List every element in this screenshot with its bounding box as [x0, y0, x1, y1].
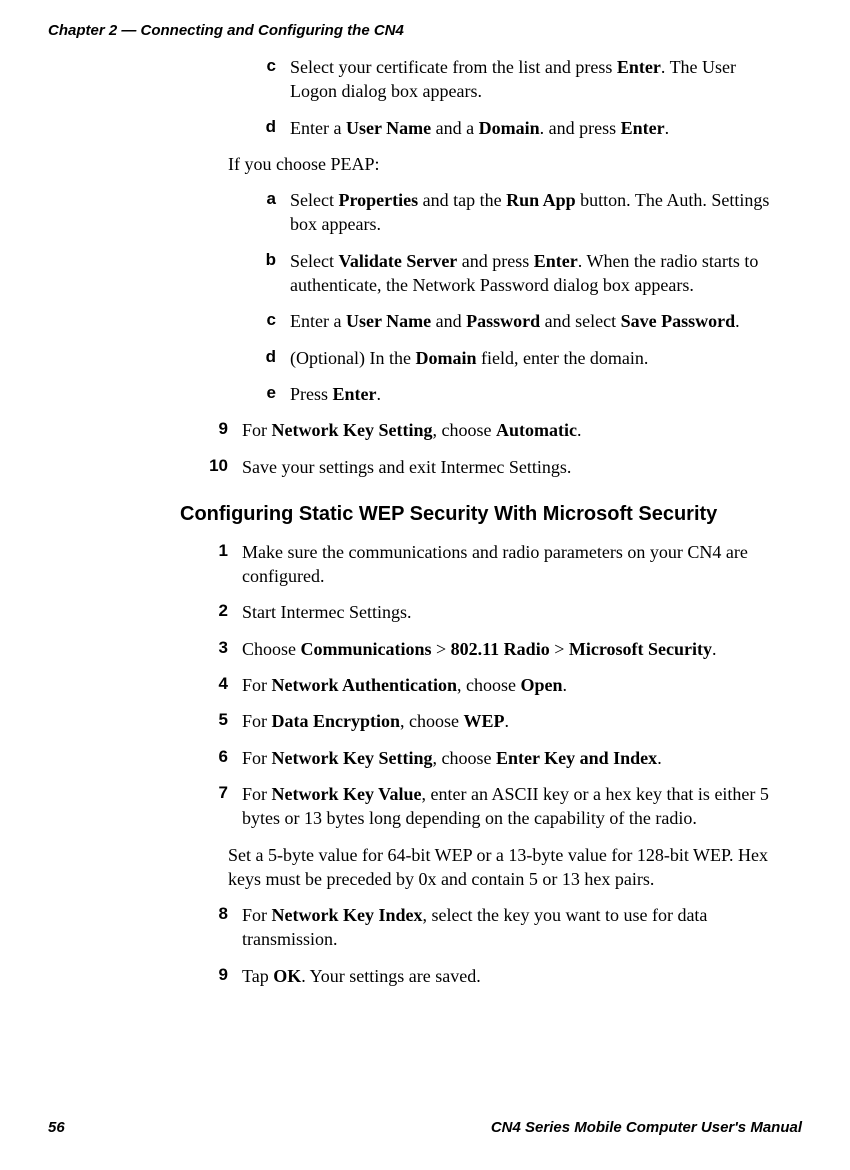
- step-body: Enter a User Name and Password and selec…: [290, 309, 780, 333]
- step: 7For Network Key Value, enter an ASCII k…: [180, 782, 780, 831]
- step-body: Choose Communications > 802.11 Radio > M…: [242, 637, 780, 661]
- step-marker: 2: [180, 600, 242, 623]
- step-marker: 3: [180, 637, 242, 660]
- sub-step: cSelect your certificate from the list a…: [228, 55, 780, 104]
- sub-step: d(Optional) In the Domain field, enter t…: [228, 346, 780, 370]
- step-body: Make sure the communications and radio p…: [242, 540, 780, 589]
- step-marker: b: [228, 249, 290, 272]
- step: 10Save your settings and exit Intermec S…: [180, 455, 780, 479]
- sub-step: aSelect Properties and tap the Run App b…: [228, 188, 780, 237]
- step: 6For Network Key Setting, choose Enter K…: [180, 746, 780, 770]
- step-marker: 10: [180, 455, 242, 478]
- step-body: For Network Key Setting, choose Enter Ke…: [242, 746, 780, 770]
- step-marker: c: [228, 55, 290, 78]
- step-body: For Data Encryption, choose WEP.: [242, 709, 780, 733]
- content-area: cSelect your certificate from the list a…: [180, 55, 780, 988]
- section-heading: Configuring Static WEP Security With Mic…: [180, 501, 780, 528]
- sub-step: ePress Enter.: [228, 382, 780, 406]
- step-marker: 1: [180, 540, 242, 563]
- step-marker: 5: [180, 709, 242, 732]
- step-marker: e: [228, 382, 290, 405]
- step: 2Start Intermec Settings.: [180, 600, 780, 624]
- step-body: For Network Key Setting, choose Automati…: [242, 418, 780, 442]
- page-footer: 56 CN4 Series Mobile Computer User's Man…: [48, 1119, 802, 1136]
- step-body: Select your certificate from the list an…: [290, 55, 780, 104]
- step-marker: 9: [180, 418, 242, 441]
- sub-step: dEnter a User Name and a Domain. and pre…: [228, 116, 780, 140]
- step-marker: d: [228, 346, 290, 369]
- step: 4For Network Authentication, choose Open…: [180, 673, 780, 697]
- page-number: 56: [48, 1119, 65, 1136]
- sub-step: bSelect Validate Server and press Enter.…: [228, 249, 780, 298]
- step: 9For Network Key Setting, choose Automat…: [180, 418, 780, 442]
- step-body: Save your settings and exit Intermec Set…: [242, 455, 780, 479]
- body-continuation: Set a 5-byte value for 64-bit WEP or a 1…: [228, 843, 780, 892]
- step: 3Choose Communications > 802.11 Radio > …: [180, 637, 780, 661]
- step-body: For Network Key Index, select the key yo…: [242, 903, 780, 952]
- step-marker: a: [228, 188, 290, 211]
- step-body: Press Enter.: [290, 382, 780, 406]
- step-body: Enter a User Name and a Domain. and pres…: [290, 116, 780, 140]
- sub-step: cEnter a User Name and Password and sele…: [228, 309, 780, 333]
- step-body: Select Properties and tap the Run App bu…: [290, 188, 780, 237]
- step-body: Tap OK. Your settings are saved.: [242, 964, 780, 988]
- step-marker: 4: [180, 673, 242, 696]
- step-body: For Network Key Value, enter an ASCII ke…: [242, 782, 780, 831]
- step: 9Tap OK. Your settings are saved.: [180, 964, 780, 988]
- step-marker: c: [228, 309, 290, 332]
- step-marker: d: [228, 116, 290, 139]
- step-body: For Network Authentication, choose Open.: [242, 673, 780, 697]
- step-body: (Optional) In the Domain field, enter th…: [290, 346, 780, 370]
- step: 1Make sure the communications and radio …: [180, 540, 780, 589]
- step-marker: 8: [180, 903, 242, 926]
- step-marker: 9: [180, 964, 242, 987]
- footer-title: CN4 Series Mobile Computer User's Manual: [491, 1119, 802, 1136]
- body-text: If you choose PEAP:: [228, 152, 780, 176]
- running-header: Chapter 2 — Connecting and Configuring t…: [48, 22, 404, 39]
- step: 5For Data Encryption, choose WEP.: [180, 709, 780, 733]
- page: Chapter 2 — Connecting and Configuring t…: [0, 0, 850, 1170]
- step-marker: 6: [180, 746, 242, 769]
- step-body: Start Intermec Settings.: [242, 600, 780, 624]
- step: 8For Network Key Index, select the key y…: [180, 903, 780, 952]
- step-marker: 7: [180, 782, 242, 805]
- step-body: Select Validate Server and press Enter. …: [290, 249, 780, 298]
